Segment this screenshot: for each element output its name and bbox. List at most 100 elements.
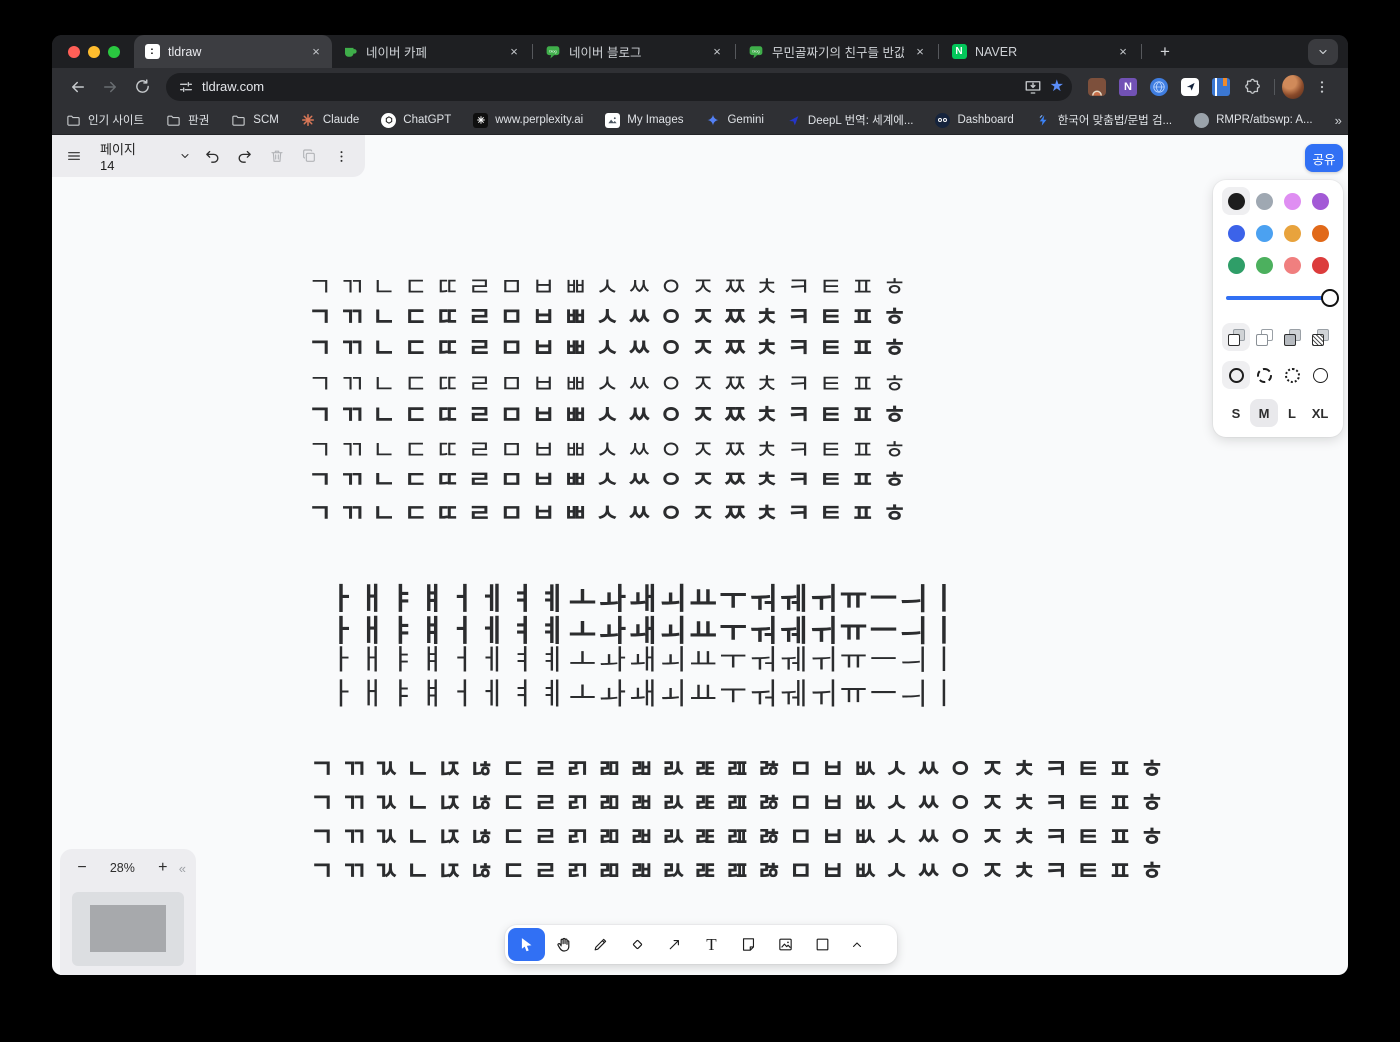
window-close-button[interactable] — [68, 46, 80, 58]
fill-pattern-button[interactable] — [1306, 323, 1334, 351]
note-tool-button[interactable] — [730, 928, 767, 961]
undo-button[interactable] — [199, 141, 227, 171]
browser-menu-button[interactable] — [1308, 73, 1336, 101]
tab-close-icon[interactable]: × — [1115, 44, 1131, 60]
dash-dashed-button[interactable] — [1250, 361, 1278, 389]
canvas-text-consonants-row-3[interactable]: ㄱㄲㄴㄷㄸㄹㅁㅂㅃㅅㅆㅇㅈㅉㅊㅋㅌㅍㅎ — [308, 328, 914, 365]
bookmark-2[interactable]: 판권 — [166, 112, 209, 128]
select-tool-button[interactable] — [508, 928, 545, 961]
opacity-slider[interactable] — [1222, 283, 1334, 313]
main-menu-button[interactable] — [60, 141, 88, 171]
hand-tool-button[interactable] — [545, 928, 582, 961]
opacity-slider-knob[interactable] — [1321, 289, 1339, 307]
extensions-menu[interactable] — [1241, 76, 1263, 98]
page-name[interactable]: 페이지 14 — [92, 139, 156, 173]
forward-button[interactable] — [96, 73, 124, 101]
duplicate-button[interactable] — [295, 141, 323, 171]
minimap-viewport[interactable] — [90, 905, 166, 952]
dash-solid-button[interactable] — [1306, 361, 1334, 389]
bookmark-7[interactable]: My Images — [605, 113, 683, 128]
redo-button[interactable] — [231, 141, 259, 171]
minimap[interactable] — [72, 892, 184, 966]
canvas-text-consonants-row-7[interactable]: ㄱㄲㄴㄷㄸㄹㅁㅂㅃㅅㅆㅇㅈㅉㅊㅋㅌㅍㅎ — [308, 462, 914, 495]
color-light-red[interactable] — [1278, 251, 1306, 279]
size-m-button[interactable]: M — [1250, 399, 1278, 427]
more-menu-button[interactable] — [327, 141, 355, 171]
share-button[interactable]: 공유 — [1305, 144, 1343, 172]
color-blue[interactable] — [1222, 219, 1250, 247]
bookmark-4[interactable]: Claude — [301, 113, 359, 128]
zoom-level[interactable]: 28% — [94, 861, 151, 875]
deepl-extension[interactable] — [1179, 76, 1201, 98]
color-green[interactable] — [1222, 251, 1250, 279]
tab-4[interactable]: blog무민골짜기의 친구들 반값으로 정리× — [738, 35, 936, 68]
canvas-text-final-consonants-row-3[interactable]: ㄱㄲㄳㄴㄵㄶㄷㄹㄺㄻㄼㄽㄾㄿㅀㅁㅂㅄㅅㅆㅇㅈㅊㅋㅌㅍㅎ — [310, 817, 1172, 854]
tab-5[interactable]: NNAVER× — [941, 35, 1139, 68]
dash-draw-button[interactable] — [1222, 361, 1250, 389]
tab-1[interactable]: :tldraw× — [134, 35, 332, 68]
bookmark-10[interactable]: Dashboard — [935, 113, 1013, 128]
eraser-tool-button[interactable] — [619, 928, 656, 961]
delete-button[interactable] — [263, 141, 291, 171]
canvas-text-consonants-row-8[interactable]: ㄱㄲㄴㄷㄸㄹㅁㅂㅃㅅㅆㅇㅈㅉㅊㅋㅌㅍㅎ — [308, 494, 914, 529]
dictionary-extension[interactable] — [1210, 76, 1232, 98]
profile-avatar[interactable] — [1282, 76, 1304, 98]
bookmark-1[interactable]: 인기 사이트 — [66, 112, 144, 128]
url-text[interactable]: tldraw.com — [202, 79, 1016, 94]
canvas-text-final-consonants-row-2[interactable]: ㄱㄲㄳㄴㄵㄶㄷㄹㄺㄻㄼㄽㄾㄿㅀㅁㅂㅄㅅㅆㅇㅈㅊㅋㅌㅍㅎ — [310, 783, 1172, 820]
tab-close-icon[interactable]: × — [709, 44, 725, 60]
reload-button[interactable] — [128, 73, 156, 101]
omnibox[interactable]: tldraw.com ★ — [166, 73, 1072, 101]
bookmark-9[interactable]: DeepL 번역: 세계에... — [786, 112, 914, 128]
zoom-out-button[interactable]: − — [70, 856, 94, 880]
page-menu-button[interactable] — [174, 141, 195, 171]
fill-none-button[interactable] — [1222, 323, 1250, 351]
canvas-text-consonants-row-5[interactable]: ㄱㄲㄴㄷㄸㄹㅁㅂㅃㅅㅆㅇㅈㅉㅊㅋㅌㅍㅎ — [308, 395, 914, 432]
canvas-text-final-consonants-row-1[interactable]: ㄱㄲㄳㄴㄵㄶㄷㄹㄺㄻㄼㄽㄾㄿㅀㅁㅂㅄㅅㅆㅇㅈㅊㅋㅌㅍㅎ — [310, 749, 1172, 786]
new-tab-button[interactable]: + — [1152, 39, 1178, 65]
screen-share-download-icon[interactable] — [1024, 78, 1042, 96]
canvas-text-final-consonants-row-4[interactable]: ㄱㄲㄳㄴㄵㄶㄷㄹㄺㄻㄼㄽㄾㄿㅀㅁㅂㅄㅅㅆㅇㅈㅊㅋㅌㅍㅎ — [310, 851, 1172, 888]
photos-extension[interactable] — [1086, 76, 1108, 98]
tldraw-canvas[interactable]: ㄱㄲㄴㄷㄸㄹㅁㅂㅃㅅㅆㅇㅈㅉㅊㅋㅌㅍㅎㄱㄲㄴㄷㄸㄹㅁㅂㅃㅅㅆㅇㅈㅉㅊㅋㅌㅍㅎㄱㄲ… — [52, 135, 1348, 975]
bookmark-12[interactable]: RMPR/atbswp: A... — [1194, 113, 1313, 128]
asset-tool-button[interactable] — [767, 928, 804, 961]
bookmark-8[interactable]: Gemini — [705, 113, 763, 128]
tab-2[interactable]: 네이버 카페× — [332, 35, 530, 68]
collapse-minimap-button[interactable]: « — [179, 861, 186, 876]
text-tool-button[interactable]: T — [693, 928, 730, 961]
dash-dotted-button[interactable] — [1278, 361, 1306, 389]
color-yellow[interactable] — [1278, 219, 1306, 247]
tab-3[interactable]: blog네이버 블로그× — [535, 35, 733, 68]
tab-close-icon[interactable]: × — [308, 44, 324, 60]
color-light-green[interactable] — [1250, 251, 1278, 279]
onenote-extension[interactable]: N — [1117, 76, 1139, 98]
bookmark-3[interactable]: SCM — [231, 113, 279, 128]
color-orange[interactable] — [1306, 219, 1334, 247]
bookmark-11[interactable]: 한국어 맞춤법/문법 검... — [1036, 112, 1172, 128]
tab-close-icon[interactable]: × — [506, 44, 522, 60]
size-xl-button[interactable]: XL — [1306, 399, 1334, 427]
fill-semi-button[interactable] — [1250, 323, 1278, 351]
rectangle-tool-button[interactable] — [804, 928, 841, 961]
size-s-button[interactable]: S — [1222, 399, 1250, 427]
bookmarks-overflow-button[interactable]: » — [1335, 113, 1342, 128]
bookmark-6[interactable]: www.perplexity.ai — [473, 113, 583, 128]
color-light-blue[interactable] — [1250, 219, 1278, 247]
arrow-tool-button[interactable] — [656, 928, 693, 961]
color-light-violet[interactable] — [1278, 187, 1306, 215]
tab-search-button[interactable] — [1308, 39, 1338, 65]
globe-extension[interactable] — [1148, 76, 1170, 98]
tab-close-icon[interactable]: × — [912, 44, 928, 60]
fill-solid-button[interactable] — [1278, 323, 1306, 351]
color-black[interactable] — [1222, 187, 1250, 215]
back-button[interactable] — [64, 73, 92, 101]
color-grey[interactable] — [1250, 187, 1278, 215]
color-red[interactable] — [1306, 251, 1334, 279]
more-tool-button[interactable] — [841, 928, 873, 961]
size-l-button[interactable]: L — [1278, 399, 1306, 427]
zoom-in-button[interactable]: + — [151, 856, 175, 880]
bookmark-5[interactable]: ChatGPT — [381, 113, 451, 128]
site-settings-tune-icon[interactable] — [178, 79, 194, 95]
canvas-text-vowels-row-4[interactable]: ㅏㅐㅑㅒㅓㅔㅕㅖㅗㅘㅙㅚㅛㅜㅝㅞㅟㅠㅡㅢㅣ — [328, 669, 960, 713]
